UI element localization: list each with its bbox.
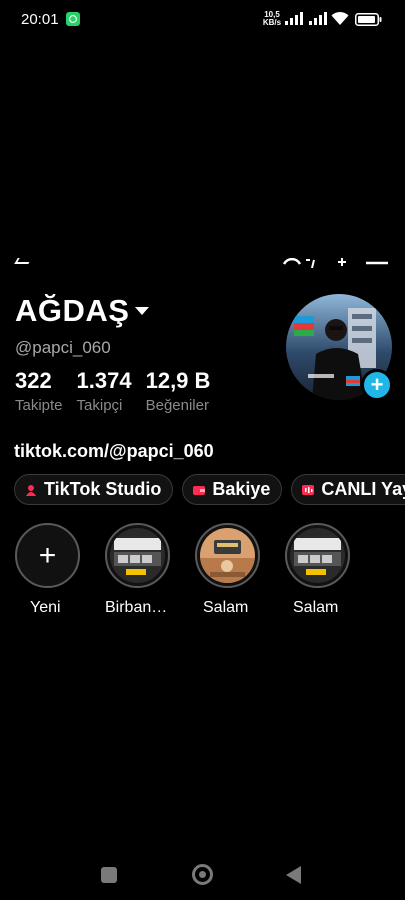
profile-name-text: AĞDAŞ	[15, 293, 130, 328]
add-story-button[interactable]: +	[361, 369, 393, 401]
status-time: 20:01	[21, 11, 59, 28]
wallet-icon	[192, 483, 206, 497]
tiktok-studio-icon	[24, 483, 38, 497]
status-bar: 20:01 10,5 KB/s	[0, 0, 405, 38]
highlight-label: Yeni	[30, 599, 61, 616]
wifi-icon	[331, 11, 349, 25]
profile-name[interactable]: AĞDAŞ	[15, 293, 150, 329]
chip-tiktok-studio-label: TikTok Studio	[44, 479, 162, 499]
highlight-thumbnail	[290, 528, 345, 583]
highlight-label: Salam	[203, 599, 249, 616]
stat-likes[interactable]: 12,9 B Beğeniler	[146, 368, 211, 414]
stat-followers-value: 1.374	[76, 368, 132, 393]
profile-stats: 322 Takipte 1.374 Takipçi 12,9 B Beğenil…	[15, 368, 224, 414]
chip-canli-yayin-label: CANLI Yay	[321, 479, 405, 499]
highlight-label: Salam	[293, 599, 339, 616]
recents-icon[interactable]	[101, 867, 117, 883]
highlight-circle[interactable]	[195, 523, 260, 588]
caret-down-icon[interactable]	[135, 307, 150, 315]
highlight-circle[interactable]	[285, 523, 350, 588]
stat-following-label: Takipte	[15, 397, 63, 414]
signal-icon	[285, 12, 303, 25]
home-icon[interactable]	[192, 864, 213, 885]
battery-icon	[355, 13, 382, 26]
stat-followers[interactable]: 1.374 Takipçi	[77, 368, 132, 414]
profile-handle: @papci_060	[15, 338, 111, 357]
bio-link[interactable]: tiktok.com/@papci_060	[14, 441, 214, 462]
highlight-circle[interactable]	[105, 523, 170, 588]
highlight-item[interactable]: Salam	[285, 523, 377, 617]
highlight-new[interactable]: + Yeni	[15, 523, 107, 617]
stat-followers-label: Takipçi	[76, 397, 123, 414]
plus-icon: +	[38, 538, 57, 572]
chips-scroll[interactable]: TikTok Studio Bakiye CANLI Yay	[0, 470, 405, 510]
chip-bakiye[interactable]: Bakiye	[182, 474, 283, 505]
signal-icon-2	[309, 12, 327, 25]
highlight-thumbnail	[200, 528, 255, 583]
whatsapp-notification-icon	[66, 12, 80, 26]
story-highlights: + Yeni Birban… Salam Salam	[15, 523, 377, 617]
highlight-thumbnail	[110, 528, 165, 583]
chip-tiktok-studio[interactable]: TikTok Studio	[14, 474, 174, 505]
clipped-header-strip	[0, 258, 405, 272]
stat-likes-label: Beğeniler	[145, 397, 209, 414]
highlight-item[interactable]: Birban…	[105, 523, 197, 617]
chip-bakiye-label: Bakiye	[212, 479, 271, 499]
chip-canli-yayin[interactable]: CANLI Yay	[291, 474, 405, 505]
back-icon[interactable]	[286, 866, 301, 884]
avatar-wrap: +	[286, 294, 393, 401]
stat-likes-value: 12,9 B	[145, 368, 211, 393]
highlight-label: Birban…	[105, 599, 168, 616]
stat-following-value: 322	[15, 368, 52, 393]
stat-following[interactable]: 322 Takipte	[15, 368, 63, 414]
header-icons[interactable]	[282, 258, 392, 268]
back-arrow-icon[interactable]	[14, 258, 32, 264]
network-speed: 10,5 KB/s	[262, 11, 282, 27]
highlight-new-circle[interactable]: +	[15, 523, 80, 588]
live-icon	[301, 483, 315, 497]
system-nav-bar	[0, 855, 405, 895]
network-speed-unit: KB/s	[262, 18, 282, 27]
highlight-item[interactable]: Salam	[195, 523, 287, 617]
